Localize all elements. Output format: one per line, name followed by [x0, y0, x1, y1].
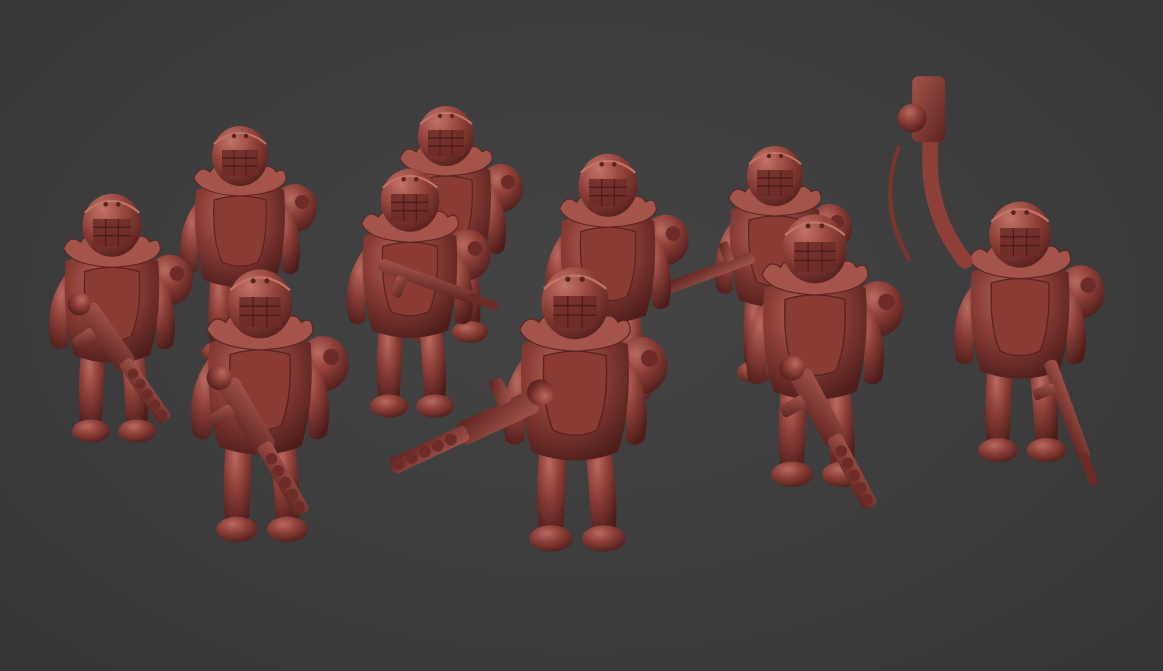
figure-far-right-flamer: [888, 76, 1106, 494]
render-viewport: [0, 0, 1163, 671]
figure-left-heavy-gunner: [47, 192, 194, 444]
figure-group-render: [47, 76, 1106, 553]
